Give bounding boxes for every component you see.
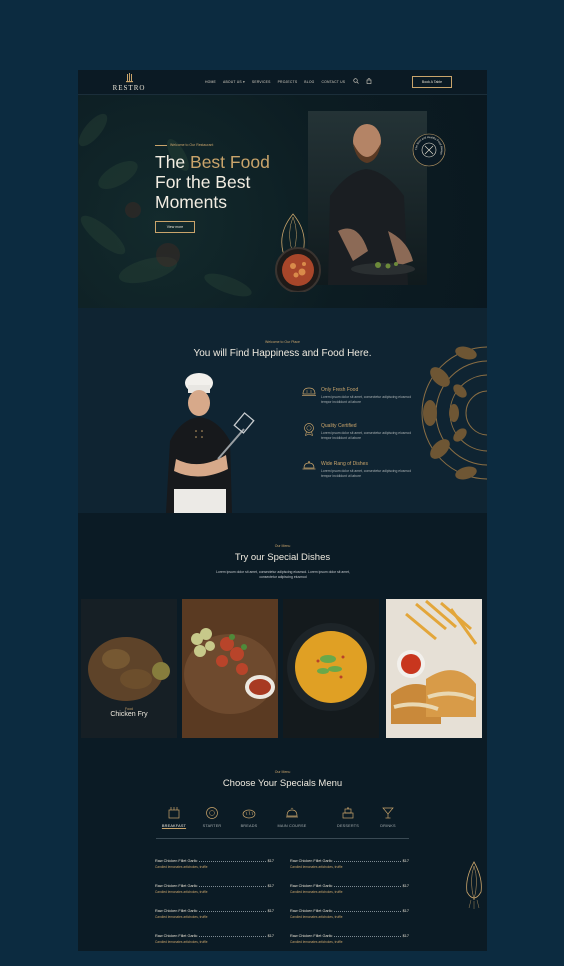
page: RESTRO HOME ABOUT US ▾ SERVICES PROJECTS… (78, 70, 487, 951)
bread-icon (302, 387, 316, 396)
dish-card-soup[interactable] (283, 599, 379, 738)
breakfast-icon (168, 807, 180, 819)
chef-with-spatula-photo (166, 373, 255, 513)
soup-bowl-photo (283, 599, 379, 738)
menu-item[interactable]: Raw Chicken Fillet Garlic $17 Candied lem… (290, 859, 409, 869)
menu-item[interactable]: Raw Chicken Fillet Garlic $17 Candied lem… (290, 934, 409, 944)
menu-item[interactable]: Raw Chicken Fillet Garlic $17 Candied lem… (290, 909, 409, 919)
about-section: Welcome to Our Place You will Find Happi… (78, 308, 487, 513)
bread-loaf-icon (242, 809, 256, 819)
view-more-button[interactable]: View more (155, 221, 195, 233)
nav-projects[interactable]: PROJECTS (278, 80, 298, 84)
dishes-eyebrow: Our Menu (274, 544, 291, 548)
tab-drinks[interactable]: DRINKS (368, 806, 408, 828)
starter-icon (206, 807, 218, 819)
dish-card-chicken-fry[interactable]: Food Chicken Fry (81, 599, 177, 738)
tab-main-course[interactable]: MAIN COURSE (272, 806, 312, 828)
menu-title: Choose Your Specials Menu (222, 778, 343, 789)
cart-icon[interactable] (366, 78, 372, 84)
tab-desserts[interactable]: DESSERTS (328, 806, 368, 828)
hero-title: The Best Food For the Best Moments (155, 152, 270, 212)
menu-item[interactable]: Raw Chicken Fillet Garlic $17 Candied lem… (155, 859, 274, 869)
healthy-food-badge: The Best and Healthy Food Always (412, 133, 446, 167)
pasta-plate-illustration (275, 213, 321, 292)
dish-card-title: Chicken Fry (110, 711, 148, 718)
onion-line-illustration (466, 861, 482, 909)
kebab-platter-photo (182, 599, 278, 738)
logo[interactable]: RESTRO (110, 73, 148, 92)
mandala-ornament (421, 346, 487, 480)
search-icon[interactable] (353, 78, 359, 84)
site-header: RESTRO HOME ABOUT US ▾ SERVICES PROJECTS… (78, 70, 487, 95)
hero-eyebrow: Welcome to Our Restaurant (155, 143, 214, 147)
special-dishes-section: Our Menu Try our Special Dishes Lorem ip… (78, 513, 487, 743)
dish-card-sandwich[interactable] (386, 599, 482, 738)
dish-card-kebab[interactable] (182, 599, 278, 738)
main-course-icon (286, 807, 298, 818)
tab-starter[interactable]: STARTER (192, 806, 232, 828)
logo-text: RESTRO (112, 84, 146, 92)
menu-item[interactable]: Raw Chicken Fillet Garlic $17 Candied lem… (155, 934, 274, 944)
menu-item[interactable]: Raw Chicken Fillet Garlic $17 Candied lem… (155, 884, 274, 894)
serving-dish-icon (302, 461, 316, 470)
dessert-icon (342, 807, 354, 819)
tab-breads[interactable]: BREADS (229, 806, 269, 828)
menu-item[interactable]: Raw Chicken Fillet Garlic $17 Candied lem… (290, 884, 409, 894)
dishes-description: Lorem ipsum dolor sit amet, consectetur … (216, 570, 350, 579)
fork-logo-icon (126, 73, 133, 83)
book-table-button[interactable]: Book A Table (412, 76, 452, 88)
certificate-icon (304, 423, 314, 436)
nav-services[interactable]: SERVICES (252, 80, 271, 84)
cocktail-icon (382, 807, 394, 819)
nav-contact-us[interactable]: CONTACT US (322, 80, 346, 84)
nav-about-us[interactable]: ABOUT US ▾ (223, 80, 245, 84)
nav-home[interactable]: HOME (205, 80, 216, 84)
sandwich-fries-photo (386, 599, 482, 738)
hero-section: Welcome to Our Restaurant The Best Food … (78, 95, 487, 308)
tab-breakfast[interactable]: BREAKFAST (154, 806, 194, 828)
main-nav: HOME ABOUT US ▾ SERVICES PROJECTS BLOG C… (205, 80, 345, 84)
nav-blog[interactable]: BLOG (304, 80, 314, 84)
header-icons (353, 78, 372, 84)
menu-item[interactable]: Raw Chicken Fillet Garlic $17 Candied lem… (155, 909, 274, 919)
specials-menu-section: Our Menu Choose Your Specials Menu BREAK… (78, 743, 487, 951)
dishes-title: Try our Special Dishes (234, 552, 331, 563)
menu-tabs-divider (156, 838, 409, 839)
menu-eyebrow: Our Menu (274, 770, 291, 774)
